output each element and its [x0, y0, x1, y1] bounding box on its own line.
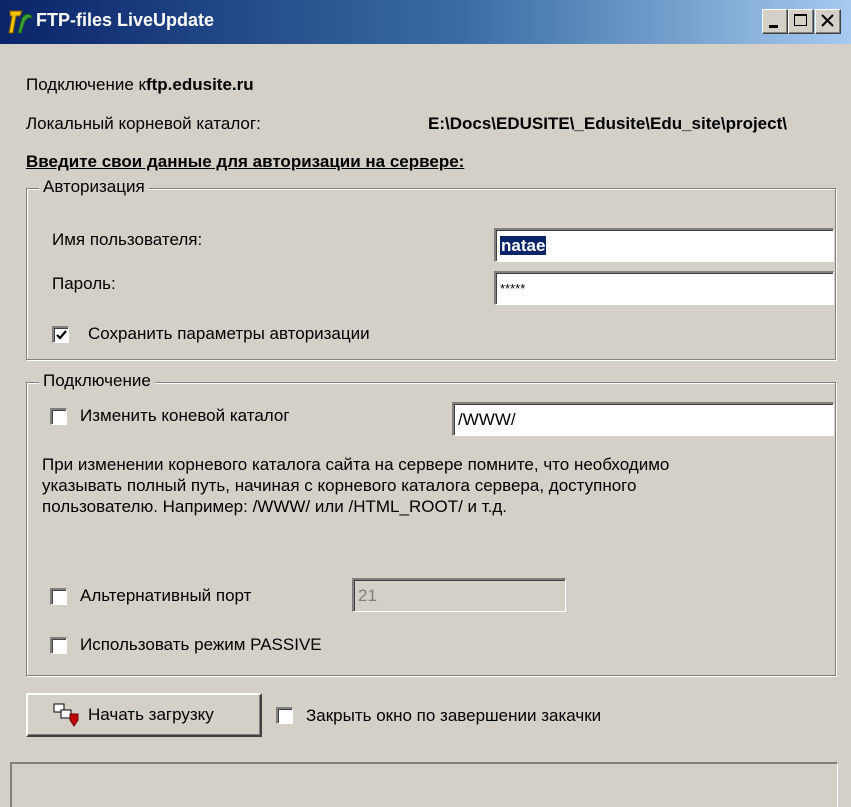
change-root-checkbox[interactable] — [50, 408, 67, 425]
username-value: natae — [500, 236, 547, 255]
hint-line: указывать полный путь, начиная с корнево… — [42, 476, 637, 495]
alt-port-field[interactable]: 21 — [352, 578, 566, 612]
hint-line: При изменении корневого каталога сайта н… — [42, 455, 670, 474]
passive-mode-checkbox[interactable] — [50, 637, 67, 654]
alt-port-label: Альтернативный порт — [80, 586, 252, 605]
title-bar[interactable]: FTP-files LiveUpdate — [0, 0, 851, 44]
root-directory-value: /WWW/ — [458, 410, 516, 429]
connection-info: Подключение кftp.edusite.ru — [26, 75, 254, 95]
maximize-icon — [794, 14, 807, 26]
local-root-label: Локальный корневой каталог: — [26, 114, 261, 133]
minimize-button[interactable] — [762, 9, 788, 34]
close-on-finish-label: Закрыть окно по завершении закачки — [306, 706, 602, 725]
close-on-finish-checkbox[interactable] — [276, 707, 293, 724]
start-download-button[interactable]: Начать загрузку — [26, 693, 262, 737]
connection-group-title: Подключение — [39, 371, 155, 391]
close-button[interactable] — [815, 9, 841, 34]
alt-port-value: 21 — [358, 586, 377, 605]
minimize-icon — [769, 25, 778, 28]
auth-group-title: Авторизация — [39, 177, 149, 197]
local-root-value: E:\Docs\EDUSITE\_Edusite\Edu_site\projec… — [428, 114, 787, 133]
start-download-label: Начать загрузку — [88, 705, 214, 724]
hint-line: пользователю. Например: /WWW/ или /HTML_… — [42, 497, 508, 516]
username-field[interactable]: natae — [494, 228, 834, 262]
passive-mode-label: Использовать режим PASSIVE — [80, 635, 322, 654]
root-directory-field[interactable]: /WWW/ — [452, 402, 834, 436]
connection-prefix: Подключение к — [26, 75, 146, 94]
app-logo-icon — [8, 8, 34, 36]
change-root-label: Изменить коневой каталог — [80, 406, 290, 425]
maximize-button[interactable] — [788, 9, 814, 34]
connection-host: ftp.edusite.ru — [145, 75, 254, 94]
alt-port-checkbox[interactable] — [50, 588, 67, 605]
password-label: Пароль: — [52, 274, 116, 293]
auth-heading: Введите свои данные для авторизации на с… — [26, 152, 465, 171]
password-field[interactable]: ***** — [494, 271, 834, 305]
status-bar — [10, 762, 838, 807]
save-auth-label: Сохранить параметры авторизации — [88, 324, 370, 343]
download-icon — [52, 702, 80, 733]
window-title: FTP-files LiveUpdate — [36, 10, 215, 30]
root-hint: При изменении корневого каталога сайта н… — [42, 454, 669, 517]
checkmark-icon — [56, 330, 67, 340]
save-auth-checkbox[interactable] — [52, 326, 69, 343]
password-value: ***** — [500, 281, 526, 296]
username-label: Имя пользователя: — [52, 230, 203, 249]
close-icon — [821, 14, 834, 27]
